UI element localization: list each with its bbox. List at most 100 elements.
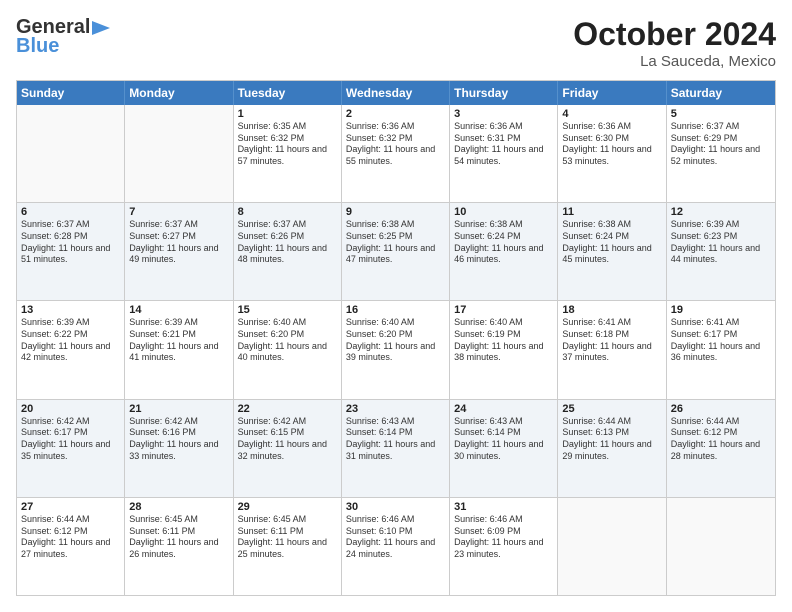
day-number: 15	[238, 304, 337, 316]
daylight-text: Daylight: 11 hours and 23 minutes.	[454, 537, 553, 560]
day-number: 28	[129, 501, 228, 513]
sunset-text: Sunset: 6:13 PM	[562, 427, 661, 439]
daylight-text: Daylight: 11 hours and 26 minutes.	[129, 537, 228, 560]
sunrise-text: Sunrise: 6:37 AM	[21, 219, 120, 231]
logo: General Blue	[16, 16, 110, 58]
daylight-text: Daylight: 11 hours and 49 minutes.	[129, 243, 228, 266]
col-header-friday: Friday	[558, 81, 666, 105]
sunrise-text: Sunrise: 6:41 AM	[671, 317, 771, 329]
sunrise-text: Sunrise: 6:40 AM	[454, 317, 553, 329]
sunset-text: Sunset: 6:14 PM	[346, 427, 445, 439]
calendar-cell-5-1: 27Sunrise: 6:44 AMSunset: 6:12 PMDayligh…	[17, 498, 125, 595]
sunset-text: Sunset: 6:24 PM	[562, 231, 661, 243]
calendar-row-3: 13Sunrise: 6:39 AMSunset: 6:22 PMDayligh…	[17, 301, 775, 399]
daylight-text: Daylight: 11 hours and 40 minutes.	[238, 341, 337, 364]
daylight-text: Daylight: 11 hours and 31 minutes.	[346, 439, 445, 462]
sunrise-text: Sunrise: 6:44 AM	[21, 514, 120, 526]
sunrise-text: Sunrise: 6:37 AM	[129, 219, 228, 231]
sunset-text: Sunset: 6:32 PM	[346, 133, 445, 145]
calendar-cell-1-6: 4Sunrise: 6:36 AMSunset: 6:30 PMDaylight…	[558, 105, 666, 202]
daylight-text: Daylight: 11 hours and 28 minutes.	[671, 439, 771, 462]
sunset-text: Sunset: 6:17 PM	[21, 427, 120, 439]
sunrise-text: Sunrise: 6:45 AM	[129, 514, 228, 526]
sunrise-text: Sunrise: 6:39 AM	[129, 317, 228, 329]
day-number: 31	[454, 501, 553, 513]
calendar-cell-3-2: 14Sunrise: 6:39 AMSunset: 6:21 PMDayligh…	[125, 301, 233, 398]
header: General Blue October 2024 La Sauceda, Me…	[16, 16, 776, 70]
day-number: 20	[21, 403, 120, 415]
sunset-text: Sunset: 6:11 PM	[238, 526, 337, 538]
calendar-cell-4-4: 23Sunrise: 6:43 AMSunset: 6:14 PMDayligh…	[342, 400, 450, 497]
calendar-cell-5-2: 28Sunrise: 6:45 AMSunset: 6:11 PMDayligh…	[125, 498, 233, 595]
sunset-text: Sunset: 6:15 PM	[238, 427, 337, 439]
sunrise-text: Sunrise: 6:37 AM	[671, 121, 771, 133]
daylight-text: Daylight: 11 hours and 24 minutes.	[346, 537, 445, 560]
sunset-text: Sunset: 6:20 PM	[238, 329, 337, 341]
day-number: 29	[238, 501, 337, 513]
sunrise-text: Sunrise: 6:42 AM	[129, 416, 228, 428]
daylight-text: Daylight: 11 hours and 47 minutes.	[346, 243, 445, 266]
calendar-cell-2-3: 8Sunrise: 6:37 AMSunset: 6:26 PMDaylight…	[234, 203, 342, 300]
daylight-text: Daylight: 11 hours and 27 minutes.	[21, 537, 120, 560]
sunrise-text: Sunrise: 6:38 AM	[346, 219, 445, 231]
day-number: 7	[129, 206, 228, 218]
sunrise-text: Sunrise: 6:43 AM	[346, 416, 445, 428]
calendar-cell-2-7: 12Sunrise: 6:39 AMSunset: 6:23 PMDayligh…	[667, 203, 775, 300]
calendar-cell-3-6: 18Sunrise: 6:41 AMSunset: 6:18 PMDayligh…	[558, 301, 666, 398]
day-number: 17	[454, 304, 553, 316]
sunrise-text: Sunrise: 6:39 AM	[21, 317, 120, 329]
daylight-text: Daylight: 11 hours and 44 minutes.	[671, 243, 771, 266]
sunset-text: Sunset: 6:18 PM	[562, 329, 661, 341]
day-number: 21	[129, 403, 228, 415]
calendar-row-4: 20Sunrise: 6:42 AMSunset: 6:17 PMDayligh…	[17, 400, 775, 498]
calendar-cell-3-5: 17Sunrise: 6:40 AMSunset: 6:19 PMDayligh…	[450, 301, 558, 398]
sunset-text: Sunset: 6:19 PM	[454, 329, 553, 341]
day-number: 26	[671, 403, 771, 415]
daylight-text: Daylight: 11 hours and 45 minutes.	[562, 243, 661, 266]
daylight-text: Daylight: 11 hours and 46 minutes.	[454, 243, 553, 266]
sunrise-text: Sunrise: 6:40 AM	[238, 317, 337, 329]
sunrise-text: Sunrise: 6:38 AM	[454, 219, 553, 231]
day-number: 18	[562, 304, 661, 316]
calendar-cell-2-6: 11Sunrise: 6:38 AMSunset: 6:24 PMDayligh…	[558, 203, 666, 300]
sunrise-text: Sunrise: 6:45 AM	[238, 514, 337, 526]
calendar-cell-2-5: 10Sunrise: 6:38 AMSunset: 6:24 PMDayligh…	[450, 203, 558, 300]
calendar-row-5: 27Sunrise: 6:44 AMSunset: 6:12 PMDayligh…	[17, 498, 775, 595]
calendar: SundayMondayTuesdayWednesdayThursdayFrid…	[16, 80, 776, 596]
calendar-cell-1-7: 5Sunrise: 6:37 AMSunset: 6:29 PMDaylight…	[667, 105, 775, 202]
sunrise-text: Sunrise: 6:46 AM	[454, 514, 553, 526]
sunset-text: Sunset: 6:14 PM	[454, 427, 553, 439]
day-number: 30	[346, 501, 445, 513]
daylight-text: Daylight: 11 hours and 25 minutes.	[238, 537, 337, 560]
daylight-text: Daylight: 11 hours and 29 minutes.	[562, 439, 661, 462]
sunset-text: Sunset: 6:21 PM	[129, 329, 228, 341]
sunrise-text: Sunrise: 6:41 AM	[562, 317, 661, 329]
day-number: 8	[238, 206, 337, 218]
calendar-cell-5-7	[667, 498, 775, 595]
calendar-body: 1Sunrise: 6:35 AMSunset: 6:32 PMDaylight…	[17, 105, 775, 595]
sunrise-text: Sunrise: 6:42 AM	[238, 416, 337, 428]
sunrise-text: Sunrise: 6:44 AM	[562, 416, 661, 428]
calendar-header: SundayMondayTuesdayWednesdayThursdayFrid…	[17, 81, 775, 105]
sunrise-text: Sunrise: 6:46 AM	[346, 514, 445, 526]
day-number: 3	[454, 108, 553, 120]
day-number: 12	[671, 206, 771, 218]
daylight-text: Daylight: 11 hours and 37 minutes.	[562, 341, 661, 364]
calendar-cell-4-3: 22Sunrise: 6:42 AMSunset: 6:15 PMDayligh…	[234, 400, 342, 497]
calendar-cell-3-7: 19Sunrise: 6:41 AMSunset: 6:17 PMDayligh…	[667, 301, 775, 398]
sunset-text: Sunset: 6:28 PM	[21, 231, 120, 243]
sunset-text: Sunset: 6:16 PM	[129, 427, 228, 439]
day-number: 5	[671, 108, 771, 120]
sunset-text: Sunset: 6:09 PM	[454, 526, 553, 538]
daylight-text: Daylight: 11 hours and 57 minutes.	[238, 144, 337, 167]
sunset-text: Sunset: 6:25 PM	[346, 231, 445, 243]
daylight-text: Daylight: 11 hours and 55 minutes.	[346, 144, 445, 167]
sunrise-text: Sunrise: 6:36 AM	[454, 121, 553, 133]
sunset-text: Sunset: 6:22 PM	[21, 329, 120, 341]
sunset-text: Sunset: 6:12 PM	[21, 526, 120, 538]
sunrise-text: Sunrise: 6:36 AM	[562, 121, 661, 133]
sunset-text: Sunset: 6:26 PM	[238, 231, 337, 243]
calendar-cell-1-4: 2Sunrise: 6:36 AMSunset: 6:32 PMDaylight…	[342, 105, 450, 202]
sunrise-text: Sunrise: 6:42 AM	[21, 416, 120, 428]
day-number: 6	[21, 206, 120, 218]
